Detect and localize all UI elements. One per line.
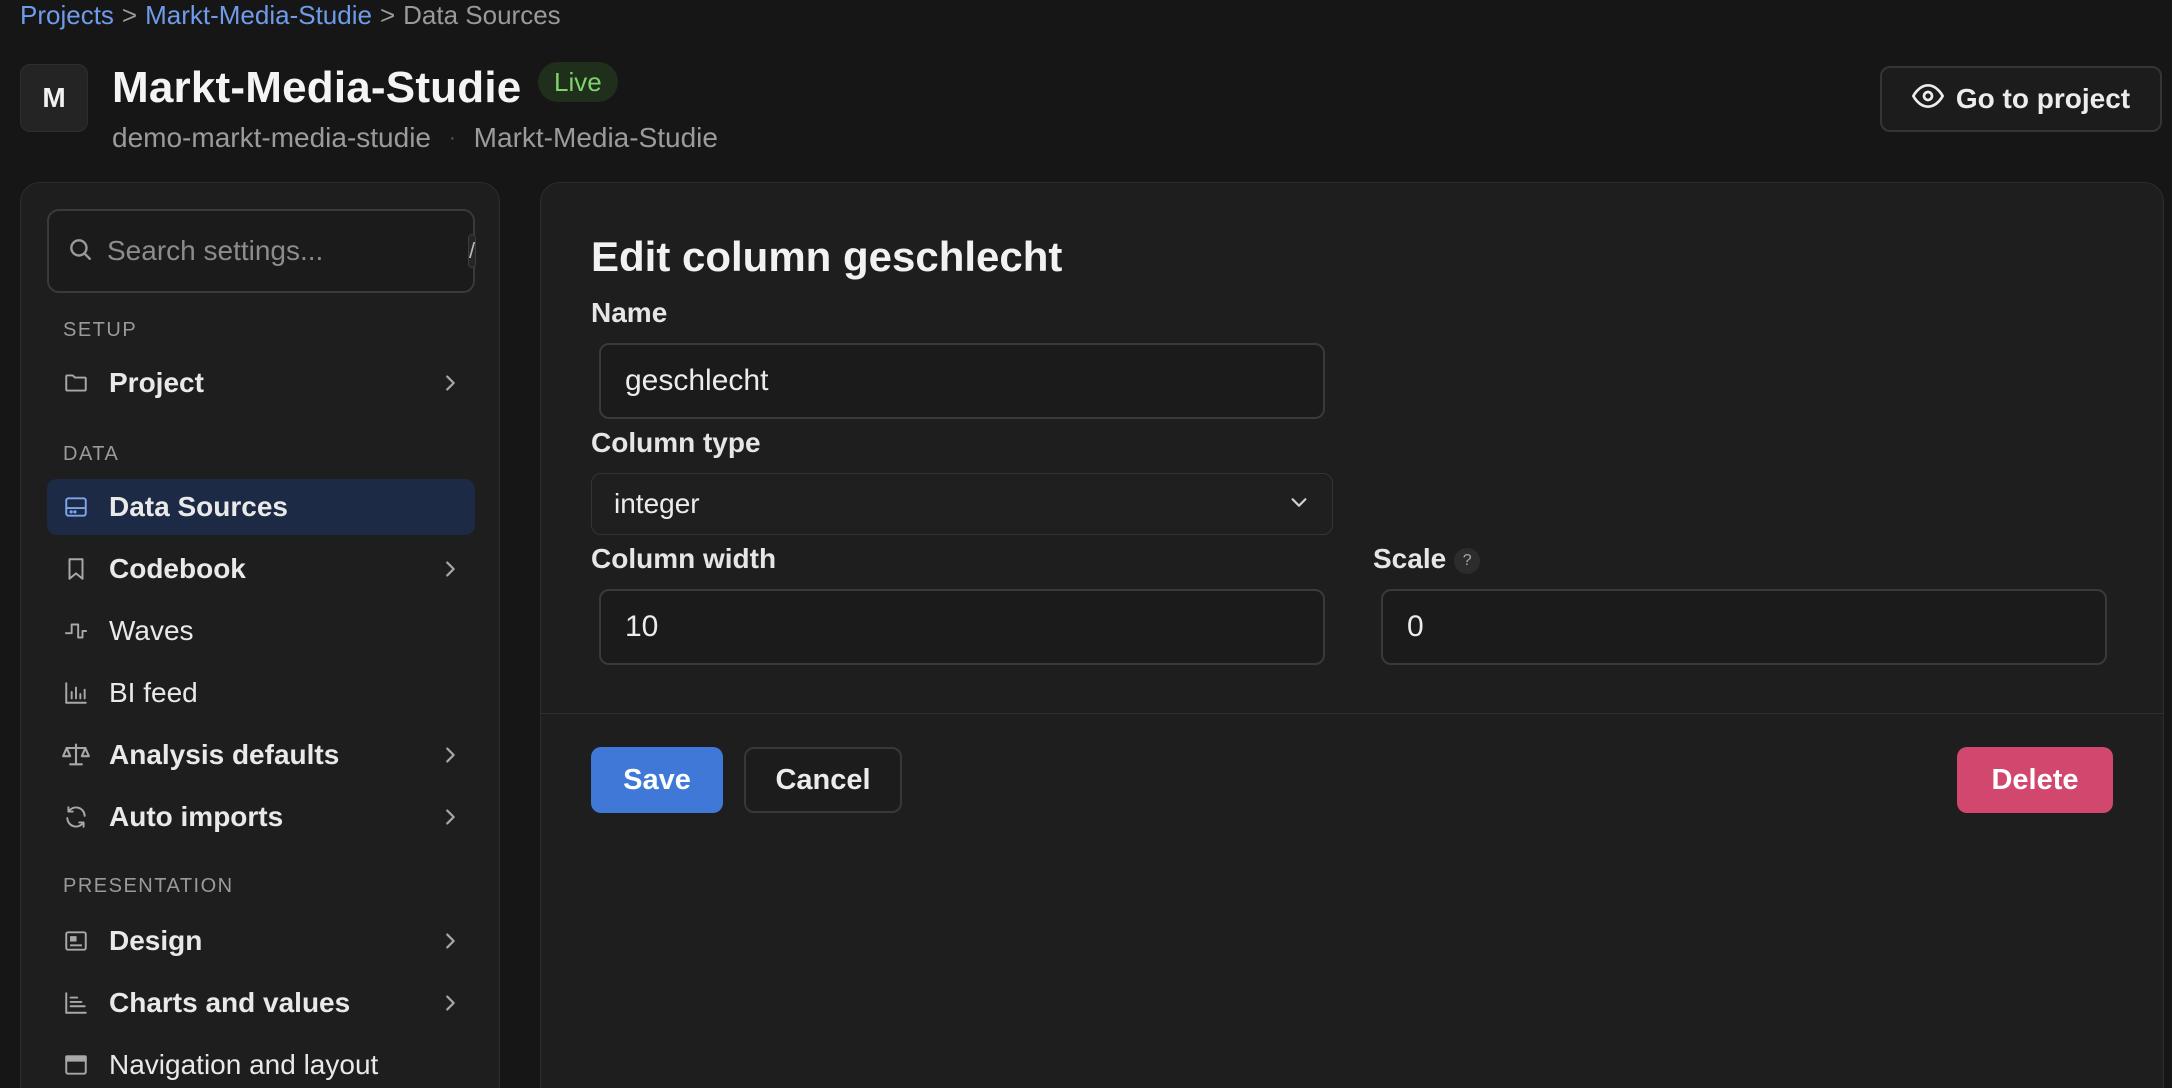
section-label-setup: SETUP [63, 319, 138, 341]
sidebar-item-label: Analysis defaults [109, 739, 340, 770]
chevron-right-icon [446, 995, 455, 1011]
sidebar-item-analysis-defaults[interactable]: Analysis defaults [47, 727, 475, 783]
search-shortcut-hint: / [468, 234, 477, 268]
sidebar-item-label: Codebook [109, 553, 246, 584]
chevron-right-icon [446, 375, 455, 391]
name-label: Name [591, 297, 668, 328]
breadcrumb-project-link[interactable]: Markt-Media-Studie [145, 0, 372, 30]
scale-label: Scale [1373, 543, 1447, 574]
sidebar-item-label: Design [109, 925, 203, 956]
sidebar-item-label: Project [109, 367, 204, 398]
search-input[interactable] [107, 235, 468, 267]
section-label-data: DATA [63, 443, 120, 465]
chevron-right-icon [446, 747, 455, 763]
bookmark-icon [61, 554, 91, 584]
waves-icon [61, 616, 91, 646]
breadcrumb-projects-link[interactable]: Projects [20, 0, 114, 30]
sidebar-item-label: Waves [109, 615, 194, 646]
go-to-project-label: Go to project [1955, 83, 2131, 114]
column-type-value: integer [614, 488, 700, 519]
scale-icon [61, 740, 91, 770]
image-icon [61, 926, 91, 956]
sidebar-item-data-sources[interactable]: Data Sources [47, 479, 475, 535]
sidebar-item-design[interactable]: Design [47, 913, 475, 969]
folder-icon [61, 368, 91, 398]
scale-label-group: Scale? [1373, 543, 1481, 575]
eye-icon [1911, 80, 1944, 119]
sidebar-item-project[interactable]: Project [47, 355, 475, 411]
save-button[interactable]: Save [591, 747, 723, 813]
search-box[interactable]: / [47, 209, 477, 293]
project-avatar: M [20, 64, 88, 132]
sidebar-item-codebook[interactable]: Codebook [47, 541, 475, 597]
edit-column-panel: Edit column geschlecht Name geschlecht C… [540, 182, 2164, 1088]
breadcrumb-current: Data Sources [403, 0, 561, 30]
sidebar-item-auto-imports[interactable]: Auto imports [47, 789, 475, 845]
column-width-label: Column width [591, 543, 777, 574]
bar-chart-icon [61, 678, 91, 708]
breadcrumb-separator: > [379, 0, 396, 30]
sidebar-item-label: Navigation and layout [109, 1049, 379, 1080]
chevron-right-icon [446, 561, 455, 577]
form-title: Edit column geschlecht [591, 233, 1063, 280]
sidebar-item-bi-feed[interactable]: BI feed [47, 665, 475, 721]
status-badge: Live [538, 62, 618, 102]
project-header: M Markt-Media-Studie Live demo-markt-med… [20, 62, 2162, 172]
search-icon [67, 236, 93, 267]
column-width-input[interactable]: 10 [599, 589, 1325, 665]
column-type-select[interactable]: integer [591, 473, 1333, 535]
sidebar-item-label: Data Sources [109, 491, 288, 522]
breadcrumb: Projects > Markt-Media-Studie > Data Sou… [20, 0, 561, 30]
chevron-right-icon [446, 809, 455, 825]
sidebar-item-label: Auto imports [109, 801, 284, 832]
subtitle-separator: · [449, 127, 456, 149]
refresh-icon [61, 802, 91, 832]
delete-button[interactable]: Delete [1957, 747, 2113, 813]
layout-icon [61, 1050, 91, 1080]
scale-input[interactable]: 0 [1381, 589, 2107, 665]
page-title: Markt-Media-Studie [112, 63, 522, 112]
chevron-down-icon [1288, 488, 1310, 520]
breadcrumb-separator: > [121, 0, 138, 30]
sidebar-item-navigation-and-layout[interactable]: Navigation and layout [47, 1037, 475, 1088]
form-divider [541, 713, 2163, 714]
chart-lines-icon [61, 988, 91, 1018]
section-label-presentation: PRESENTATION [63, 875, 234, 897]
sidebar-item-label: BI feed [109, 677, 198, 708]
cancel-button[interactable]: Cancel [744, 747, 902, 813]
project-slug: demo-markt-media-studie [112, 122, 431, 153]
go-to-project-button[interactable]: Go to project [1880, 66, 2162, 132]
chevron-right-icon [446, 933, 455, 949]
database-icon [61, 492, 91, 522]
sidebar-item-label: Charts and values [109, 987, 351, 1018]
project-subtitle: demo-markt-media-studie · Markt-Media-St… [112, 108, 718, 168]
sidebar-item-charts-and-values[interactable]: Charts and values [47, 975, 475, 1031]
sidebar-item-waves[interactable]: Waves [47, 603, 475, 659]
settings-sidebar: / SETUP Project DATA Data Sources Codebo… [20, 182, 500, 1088]
column-type-label: Column type [591, 427, 761, 458]
help-icon[interactable]: ? [1454, 547, 1481, 574]
project-subtitle-name: Markt-Media-Studie [473, 122, 718, 153]
name-input[interactable]: geschlecht [599, 343, 1325, 419]
